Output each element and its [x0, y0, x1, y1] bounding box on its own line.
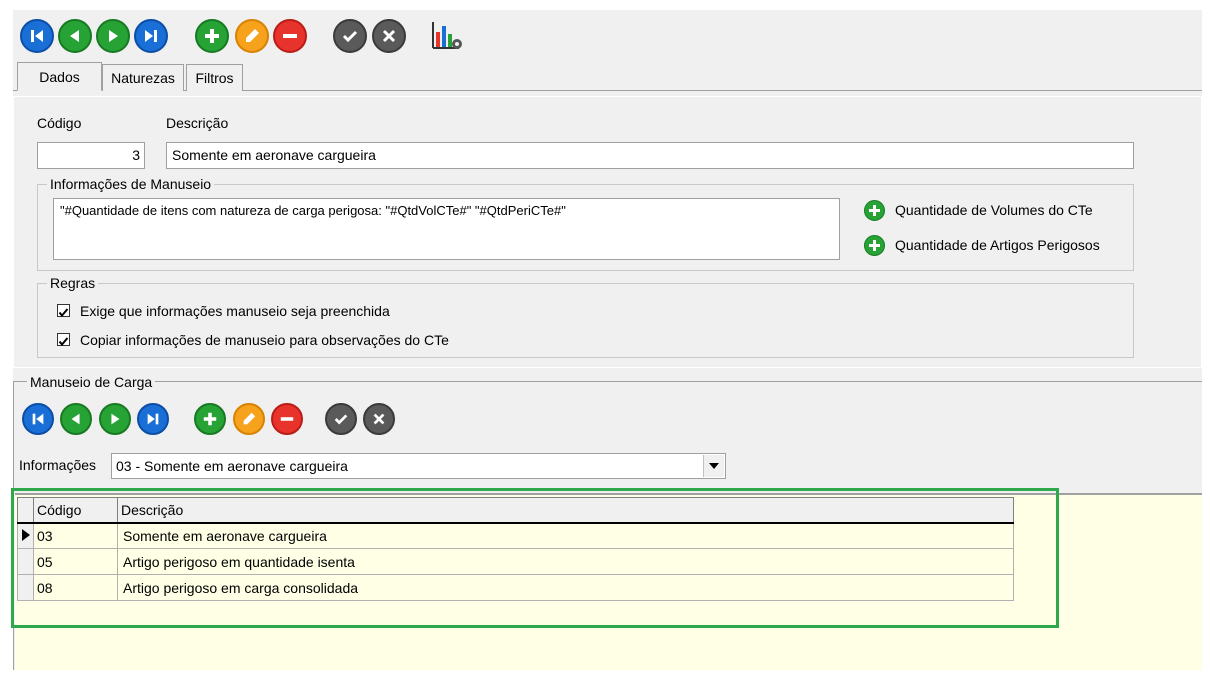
- carga-remove-button[interactable]: [271, 403, 303, 435]
- confirm-icon: [342, 30, 358, 43]
- first-record-button[interactable]: [20, 19, 54, 53]
- informacoes-label: Informações: [19, 457, 97, 473]
- previous-record-button[interactable]: [58, 19, 92, 53]
- edit-icon: [243, 412, 256, 425]
- next-icon: [109, 30, 118, 42]
- volumes-label[interactable]: Quantidade de Volumes do CTe: [895, 202, 1093, 218]
- carga-next-button[interactable]: [99, 403, 131, 435]
- tab-naturezas-label: Naturezas: [111, 70, 175, 86]
- tab-filtros-label: Filtros: [195, 70, 234, 86]
- prev-icon: [70, 30, 79, 42]
- first-icon: [31, 30, 43, 42]
- manuseio-textarea[interactable]: "#Quantidade de itens com natureza de ca…: [53, 198, 840, 260]
- last-icon: [145, 30, 157, 42]
- descricao-label: Descrição: [166, 115, 229, 131]
- manuseio-legend: Informações de Manuseio: [47, 176, 215, 192]
- artigos-label[interactable]: Quantidade de Artigos Perigosos: [895, 237, 1100, 253]
- carga-first-button[interactable]: [22, 403, 54, 435]
- regra2-checkbox[interactable]: [57, 333, 70, 347]
- carga-confirm-button[interactable]: [325, 403, 357, 435]
- remove-icon: [283, 34, 297, 38]
- confirm-icon: [334, 414, 348, 425]
- tab-naturezas[interactable]: Naturezas: [102, 64, 184, 91]
- carga-cancel-button[interactable]: [363, 403, 395, 435]
- dropdown-arrow-button[interactable]: [703, 455, 724, 477]
- tab-filtros[interactable]: Filtros: [186, 64, 243, 91]
- first-icon: [32, 413, 44, 425]
- carga-prev-button[interactable]: [60, 403, 92, 435]
- add-artigos-button[interactable]: [864, 235, 885, 256]
- informacoes-select[interactable]: 03 - Somente em aeronave cargueira: [111, 453, 726, 479]
- edit-button[interactable]: [235, 19, 269, 53]
- regra1-checkbox[interactable]: [57, 304, 70, 318]
- last-icon: [147, 413, 159, 425]
- edit-icon: [246, 29, 259, 42]
- next-icon: [111, 413, 120, 425]
- descricao-field[interactable]: Somente em aeronave cargueira: [166, 142, 1134, 169]
- add-button[interactable]: [195, 19, 229, 53]
- plus-icon: [869, 240, 880, 251]
- prev-icon: [71, 413, 80, 425]
- report-button[interactable]: [431, 20, 465, 52]
- add-icon: [205, 29, 219, 43]
- regra1-label[interactable]: Exige que informações manuseio seja pree…: [80, 303, 390, 319]
- informacoes-select-value: 03 - Somente em aeronave cargueira: [116, 458, 348, 474]
- carga-legend: Manuseio de Carga: [27, 374, 156, 390]
- codigo-label: Código: [37, 115, 82, 131]
- next-record-button[interactable]: [96, 19, 130, 53]
- regra2-label[interactable]: Copiar informações de manuseio para obse…: [80, 332, 449, 348]
- cancel-button[interactable]: [372, 19, 406, 53]
- carga-edit-button[interactable]: [233, 403, 265, 435]
- remove-button[interactable]: [273, 19, 307, 53]
- carga-add-button[interactable]: [194, 403, 226, 435]
- highlight-box: [11, 488, 1059, 628]
- carga-last-button[interactable]: [137, 403, 169, 435]
- chevron-down-icon: [709, 463, 719, 469]
- checkmark-icon: [58, 308, 69, 318]
- checkmark-icon: [58, 337, 69, 347]
- confirm-button[interactable]: [333, 19, 367, 53]
- tab-dados-label: Dados: [39, 68, 80, 85]
- tab-dados[interactable]: Dados: [17, 62, 102, 91]
- cancel-icon: [382, 29, 396, 43]
- report-chart-icon: [432, 22, 462, 49]
- codigo-field[interactable]: 3: [37, 142, 145, 169]
- carga-separator: [13, 381, 1202, 382]
- cancel-icon: [373, 413, 385, 425]
- remove-icon: [280, 417, 294, 421]
- plus-icon: [869, 205, 880, 216]
- last-record-button[interactable]: [134, 19, 168, 53]
- regras-legend: Regras: [47, 275, 99, 291]
- add-icon: [203, 412, 217, 426]
- add-volumes-button[interactable]: [864, 200, 885, 221]
